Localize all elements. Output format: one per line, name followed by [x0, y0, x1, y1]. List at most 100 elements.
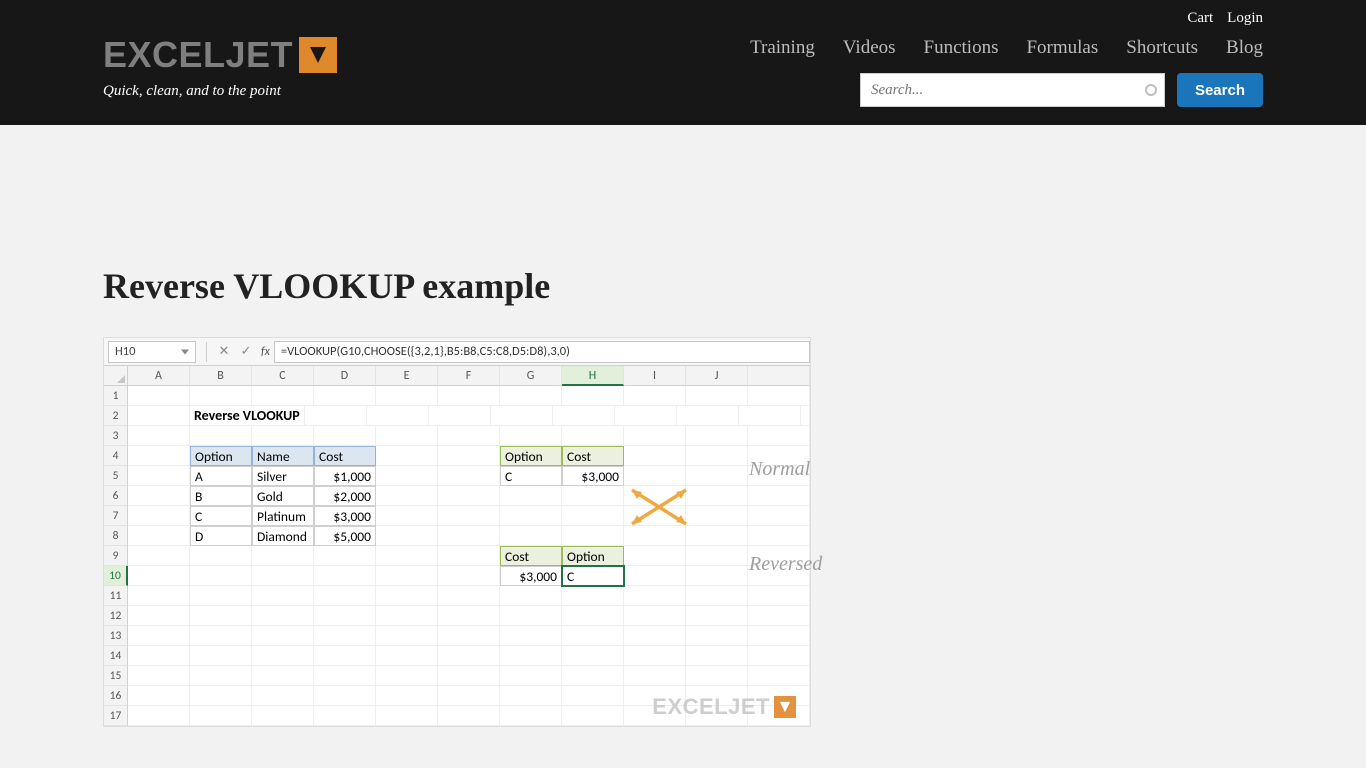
cell-J12	[686, 606, 748, 626]
cell-D17	[314, 706, 376, 726]
row-header-8: 8	[104, 526, 128, 546]
cell-D13	[314, 626, 376, 646]
col-header-E: E	[376, 366, 438, 386]
brand-tagline: Quick, clean, and to the point	[103, 83, 337, 100]
cell-E5	[376, 466, 438, 486]
cell-I9	[624, 546, 686, 566]
nav-functions[interactable]: Functions	[924, 37, 999, 59]
login-link[interactable]: Login	[1227, 10, 1263, 27]
cell-F15	[438, 666, 500, 686]
cell-H9: Option	[562, 546, 624, 566]
cell-G4: Option	[500, 446, 562, 466]
brand-wordmark: EXCELJET	[103, 37, 293, 73]
cell-F10	[438, 566, 500, 586]
cell-G6	[500, 486, 562, 506]
cell-B14	[190, 646, 252, 666]
cell-C13	[252, 626, 314, 646]
cell-B2: Reverse VLOOKUP	[190, 406, 305, 426]
cell-A7	[128, 506, 190, 526]
cell-G16	[500, 686, 562, 706]
search-input[interactable]	[860, 73, 1165, 107]
fx-icon: fx	[257, 345, 274, 359]
nav-blog[interactable]: Blog	[1226, 37, 1263, 59]
cell-B10	[190, 566, 252, 586]
cell-D11	[314, 586, 376, 606]
excel-screenshot: H10 ✕ ✓ fx =VLOOKUP(G10,CHOOSE({3,2,1},B…	[103, 337, 811, 727]
cell-A16	[128, 686, 190, 706]
cell-B17	[190, 706, 252, 726]
nav-videos[interactable]: Videos	[843, 37, 896, 59]
cell-E13	[376, 626, 438, 646]
cell-D10	[314, 566, 376, 586]
row-header-1: 1	[104, 386, 128, 406]
cell-A10	[128, 566, 190, 586]
cell-J8	[686, 526, 748, 546]
cell-F6	[438, 486, 500, 506]
search-button[interactable]: Search	[1177, 73, 1263, 107]
cell-A4	[128, 446, 190, 466]
cell-C10	[252, 566, 314, 586]
col-header-G: G	[500, 366, 562, 386]
annotation-reversed: Reversed	[749, 553, 822, 576]
cell-A8	[128, 526, 190, 546]
cell-D16	[314, 686, 376, 706]
cell-B1	[190, 386, 252, 406]
cell-G3	[500, 426, 562, 446]
cell-C15	[252, 666, 314, 686]
cell-C8: Diamond	[252, 526, 314, 546]
row-header-12: 12	[104, 606, 128, 626]
brand-chip-icon	[299, 37, 337, 73]
cell-E15	[376, 666, 438, 686]
cell-C2	[305, 406, 367, 426]
cell-A12	[128, 606, 190, 626]
cell-G9: Cost	[500, 546, 562, 566]
row-header-5: 5	[104, 466, 128, 486]
brand-logo[interactable]: EXCELJET	[103, 37, 337, 73]
cell-B5: A	[190, 466, 252, 486]
cell-E16	[376, 686, 438, 706]
utility-nav: Cart Login	[103, 0, 1263, 31]
cell-C1	[252, 386, 314, 406]
name-box: H10	[108, 341, 196, 363]
cell-J11	[686, 586, 748, 606]
cell-J6	[686, 486, 748, 506]
cell-C7: Platinum	[252, 506, 314, 526]
cell-I7	[624, 506, 686, 526]
cell-F4	[438, 446, 500, 466]
search-icon	[1145, 84, 1157, 96]
cell-C9	[252, 546, 314, 566]
cell-E10	[376, 566, 438, 586]
cell-G2	[553, 406, 615, 426]
col-header-C: C	[252, 366, 314, 386]
cell-J1	[686, 386, 748, 406]
cell-G14	[500, 646, 562, 666]
cell-G5: C	[500, 466, 562, 486]
cell-C11	[252, 586, 314, 606]
cancel-icon: ✕	[213, 344, 235, 359]
cell-G8	[500, 526, 562, 546]
row-header-10: 10	[104, 566, 128, 586]
cell-H16	[562, 686, 624, 706]
cell-B12	[190, 606, 252, 626]
cell-B6: B	[190, 486, 252, 506]
cell-J10	[686, 566, 748, 586]
cell-A5	[128, 466, 190, 486]
watermark-chip-icon	[774, 696, 796, 718]
cell-A17	[128, 706, 190, 726]
cell-A3	[128, 426, 190, 446]
cart-link[interactable]: Cart	[1187, 10, 1213, 27]
cell-E17	[376, 706, 438, 726]
cell-D4: Cost	[314, 446, 376, 466]
cell-J13	[686, 626, 748, 646]
cell-A13	[128, 626, 190, 646]
row-header-4: 4	[104, 446, 128, 466]
nav-training[interactable]: Training	[750, 37, 815, 59]
nav-formulas[interactable]: Formulas	[1026, 37, 1098, 59]
cell-G10: $3,000	[500, 566, 562, 586]
cell-D15	[314, 666, 376, 686]
cell-G15	[500, 666, 562, 686]
cell-F13	[438, 626, 500, 646]
cell-H14	[562, 646, 624, 666]
cell-B13	[190, 626, 252, 646]
nav-shortcuts[interactable]: Shortcuts	[1126, 37, 1198, 59]
